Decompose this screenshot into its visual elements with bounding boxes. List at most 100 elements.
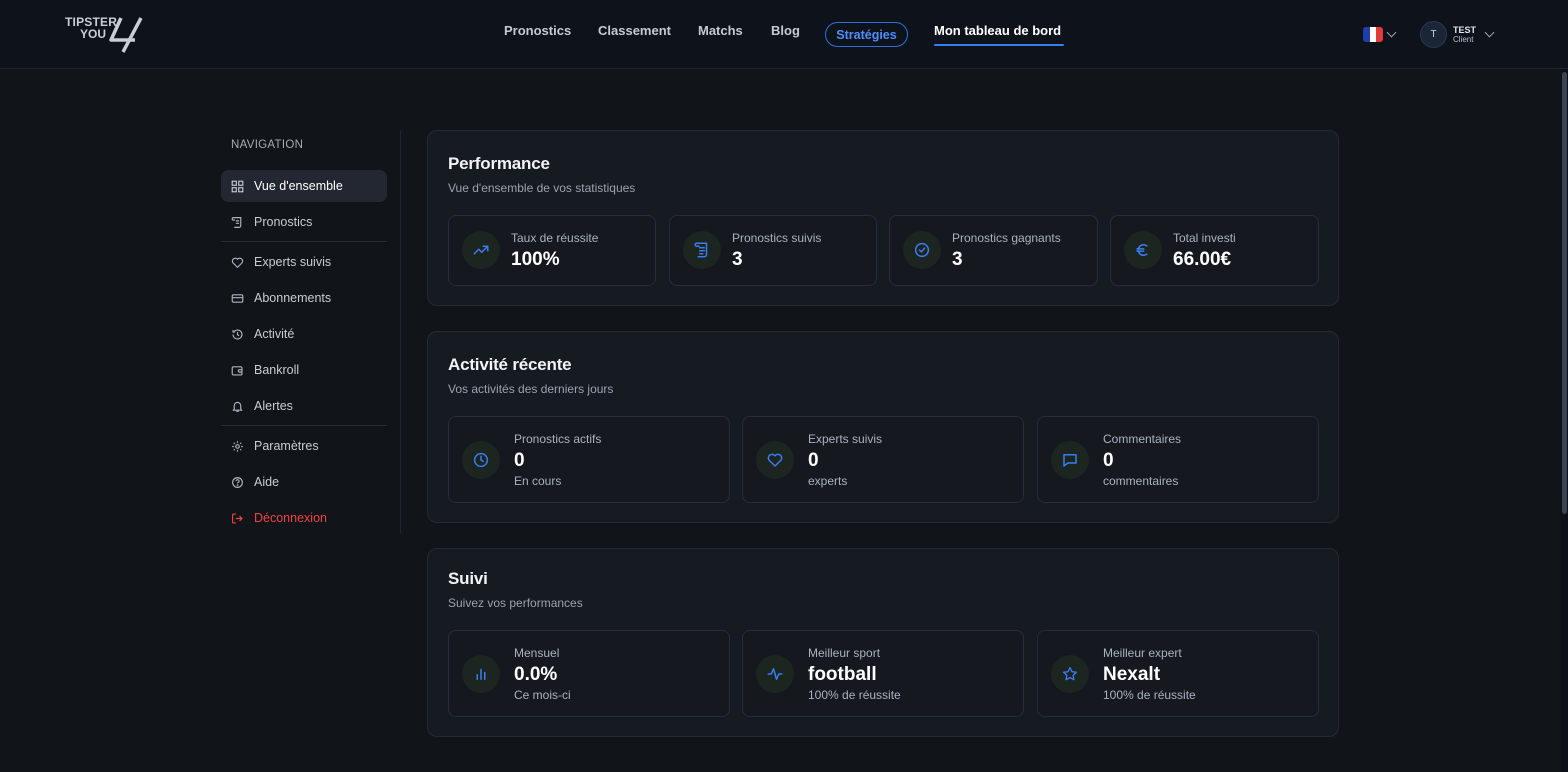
stat-card-experts: Experts suivis 0 experts <box>742 416 1024 503</box>
stat-label: Pronostics actifs <box>514 432 602 446</box>
sidebar-item-label: Abonnements <box>254 291 332 305</box>
check-circle-icon <box>903 231 941 269</box>
sidebar-item-alerts[interactable]: Alertes <box>221 390 387 422</box>
sidebar-item-label: Aide <box>254 475 280 489</box>
sidebar-item-logout[interactable]: Déconnexion <box>221 502 387 534</box>
sidebar-item-label: Vue d'ensemble <box>254 179 343 193</box>
stat-label: Meilleur sport <box>808 646 881 660</box>
sidebar-item-label: Paramètres <box>254 439 319 453</box>
france-flag-icon <box>1363 26 1383 42</box>
stat-value: 66.00€ <box>1173 249 1232 270</box>
sidebar-item-label: Activité <box>254 327 295 341</box>
help-icon <box>232 476 243 488</box>
clock-icon <box>462 441 500 479</box>
stat-value: 3 <box>732 249 743 270</box>
stat-label: Mensuel <box>514 646 560 660</box>
nav-pronostics[interactable]: Pronostics <box>504 23 571 38</box>
bell-icon <box>232 401 243 412</box>
activity-card: Activité récente Vos activités des derni… <box>427 331 1339 523</box>
stat-label: Commentaires <box>1103 432 1182 446</box>
sidebar-item-overview[interactable]: Vue d'ensemble <box>221 170 387 202</box>
user-menu[interactable]: T TEST Client <box>1420 21 1495 48</box>
sidebar-item-help[interactable]: Aide <box>221 466 387 498</box>
stat-foot: commentaires <box>1103 474 1179 488</box>
performance-card: Performance Vue d'ensemble de vos statis… <box>427 130 1339 306</box>
stat-card-monthly: Mensuel 0.0% Ce mois-ci <box>448 630 730 717</box>
nav-matchs[interactable]: Matchs <box>698 23 743 38</box>
stat-card-active: Pronostics actifs 0 En cours <box>448 416 730 503</box>
stat-card-best-expert: Meilleur expert Nexalt 100% de réussite <box>1037 630 1319 717</box>
stat-label: Pronostics suivis <box>732 231 822 245</box>
tracking-subtitle: Suivez vos performances <box>448 596 583 610</box>
sidebar-item-label: Pronostics <box>254 215 313 229</box>
stat-foot: En cours <box>514 474 562 488</box>
nav-active-indicator <box>934 44 1064 46</box>
stat-foot: Ce mois-ci <box>514 688 571 702</box>
sidebar-title: NAVIGATION <box>231 139 304 151</box>
history-icon <box>232 328 243 340</box>
sidebar-item-activity[interactable]: Activité <box>221 318 387 350</box>
star-icon <box>1051 655 1089 693</box>
euro-icon <box>1124 231 1162 269</box>
stat-label: Pronostics gagnants <box>952 231 1061 245</box>
stat-value: 0 <box>1103 450 1114 471</box>
sidebar-item-experts[interactable]: Experts suivis <box>221 246 387 278</box>
sidebar-item-label: Experts suivis <box>254 255 332 269</box>
stat-card-success-rate: Taux de réussite 100% <box>448 215 656 286</box>
sidebar-item-label: Déconnexion <box>254 511 327 525</box>
sidebar: NAVIGATION Vue d'ensemble Pronostics Exp… <box>221 130 401 534</box>
nav-strategies-button[interactable]: Stratégies <box>825 22 908 47</box>
stat-foot: 100% de réussite <box>1103 688 1196 702</box>
stat-card-comments: Commentaires 0 commentaires <box>1037 416 1319 503</box>
sidebar-item-label: Bankroll <box>254 363 300 377</box>
user-role: Client <box>1453 34 1474 44</box>
stat-card-followed: Pronostics suivis 3 <box>669 215 877 286</box>
main-nav: Pronostics Classement Matchs Blog Straté… <box>0 0 1568 69</box>
credit-card-icon <box>231 293 244 303</box>
chevron-down-icon <box>1484 27 1495 38</box>
stat-value: 0 <box>808 450 819 471</box>
trending-up-icon <box>462 231 500 269</box>
stat-foot: experts <box>808 474 848 488</box>
stat-value: 0.0% <box>514 664 558 685</box>
logout-icon <box>232 512 243 524</box>
stat-value: football <box>808 664 877 685</box>
activity-title: Activité récente <box>448 355 572 374</box>
stat-label: Taux de réussite <box>511 231 599 245</box>
stat-label: Meilleur expert <box>1103 646 1182 660</box>
dashboard-icon <box>231 180 244 192</box>
chevron-down-icon <box>1386 27 1397 37</box>
stat-value: 3 <box>952 249 963 270</box>
bar-chart-icon <box>462 655 500 693</box>
message-icon <box>1051 441 1089 479</box>
sidebar-item-subscriptions[interactable]: Abonnements <box>221 282 387 314</box>
avatar: T <box>1420 21 1447 48</box>
stat-card-won: Pronostics gagnants 3 <box>889 215 1098 286</box>
nav-classement[interactable]: Classement <box>598 23 671 38</box>
tracking-title: Suivi <box>448 569 488 588</box>
sidebar-item-pronostics[interactable]: Pronostics <box>221 206 387 238</box>
stat-value: Nexalt <box>1103 664 1161 685</box>
scrollbar-thumb[interactable] <box>1562 72 1567 514</box>
scroll-icon <box>231 216 242 228</box>
sidebar-item-settings[interactable]: Paramètres <box>221 430 387 462</box>
stat-label: Experts suivis <box>808 432 883 446</box>
wallet-icon <box>231 365 243 376</box>
stat-card-invested: Total investi 66.00€ <box>1110 215 1319 286</box>
sidebar-item-bankroll[interactable]: Bankroll <box>221 354 387 386</box>
user-name: TEST <box>1453 24 1477 35</box>
stat-foot: 100% de réussite <box>808 688 901 702</box>
language-selector[interactable] <box>1363 26 1401 42</box>
performance-title: Performance <box>448 154 550 173</box>
stat-card-best-sport: Meilleur sport football 100% de réussite <box>742 630 1024 717</box>
activity-subtitle: Vos activités des derniers jours <box>448 382 614 396</box>
top-header: TIPSTER YOU Pronostics Classement Matchs… <box>0 0 1568 69</box>
activity-icon <box>756 655 794 693</box>
sidebar-divider <box>221 241 387 242</box>
sidebar-divider <box>221 425 387 426</box>
gear-icon <box>232 440 243 452</box>
nav-blog[interactable]: Blog <box>771 23 800 38</box>
tracking-card: Suivi Suivez vos performances Mensuel 0.… <box>427 548 1339 737</box>
heart-icon <box>756 441 794 479</box>
nav-dashboard[interactable]: Mon tableau de bord <box>934 23 1061 38</box>
